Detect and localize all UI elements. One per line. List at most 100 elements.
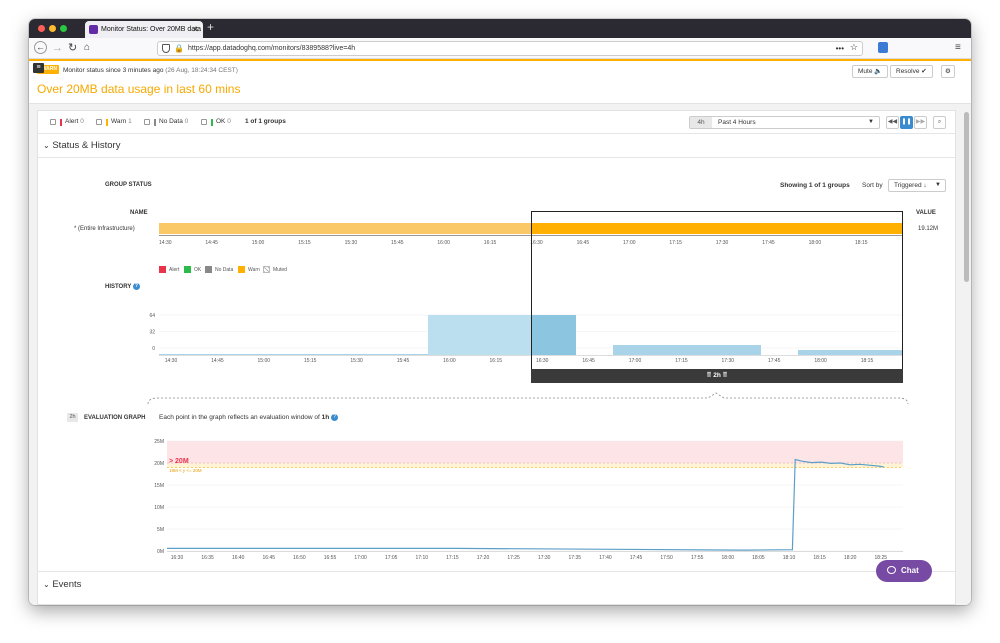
- history-x-tick: 15:00: [258, 358, 271, 364]
- back-icon[interactable]: ←: [34, 41, 47, 54]
- new-tab-icon[interactable]: +: [207, 20, 214, 34]
- history-x-tick: 14:30: [165, 358, 178, 364]
- tab-title: Monitor Status: Over 20MB data: [101, 26, 201, 33]
- eval-desc-prefix: Each point in the graph reflects an eval…: [159, 414, 320, 422]
- resolve-button[interactable]: Resolve ✔: [890, 65, 933, 78]
- legend-label: No Data: [215, 267, 234, 273]
- eval-x-tick: 16:35: [201, 555, 214, 561]
- maximize-window-icon[interactable]: [60, 25, 67, 32]
- warn-color-icon: [106, 119, 108, 126]
- eval-x-tick: 17:30: [538, 555, 551, 561]
- divider: [38, 157, 955, 158]
- timeline-tick-label: 15:00: [251, 240, 265, 246]
- help-icon[interactable]: ?: [132, 283, 140, 290]
- warn-checkbox[interactable]: [96, 119, 102, 125]
- eval-x-tick: 16:40: [232, 555, 245, 561]
- ok-checkbox[interactable]: [201, 119, 207, 125]
- eval-x-tick: 18:15: [813, 555, 826, 561]
- nodata-filter[interactable]: No Data 0: [159, 118, 188, 125]
- bookmark-star-icon[interactable]: ☆: [850, 41, 858, 54]
- groups-count: 1 of 1 groups: [245, 118, 286, 125]
- events-header[interactable]: ⌄ Events: [43, 579, 81, 590]
- filter-row: Alert 0 Warn 1 No Data 0 OK 0 1 of 1 gro…: [38, 111, 955, 134]
- legend-swatch: [205, 266, 212, 273]
- minimize-window-icon[interactable]: [49, 25, 56, 32]
- reload-icon[interactable]: ↻: [68, 41, 77, 55]
- mute-button[interactable]: Mute 🔈: [852, 65, 889, 78]
- eval-y-tick: 15M: [154, 483, 164, 489]
- checkmark-icon: ✔: [921, 68, 927, 75]
- menu-icon[interactable]: ≡: [33, 63, 44, 73]
- browser-window: Monitor Status: Over 20MB data ✕ + ← → ↻…: [29, 19, 971, 605]
- history-y-tick: 0: [152, 346, 155, 352]
- more-icon[interactable]: •••: [836, 42, 844, 55]
- close-tab-icon[interactable]: ✕: [192, 21, 199, 38]
- legend-label: Muted: [273, 267, 287, 273]
- shield-icon: [162, 44, 170, 53]
- warn-filter[interactable]: Warn 1: [111, 118, 132, 125]
- pause-icon[interactable]: ❚❚: [900, 116, 913, 129]
- rewind-icon[interactable]: ◀◀: [886, 116, 899, 129]
- legend-label: Alert: [169, 267, 180, 273]
- eval-x-tick: 17:20: [477, 555, 490, 561]
- status-color-bar: [29, 59, 971, 61]
- group-name[interactable]: * (Entire Infrastructure): [74, 226, 135, 232]
- time-range-select[interactable]: 4h Past 4 Hours ▼: [689, 116, 880, 129]
- timeline-tick-label: 14:45: [205, 240, 218, 246]
- close-window-icon[interactable]: [38, 25, 45, 32]
- time-range-value: Past 4 Hours: [718, 119, 756, 126]
- fast-forward-icon[interactable]: ▶▶: [914, 116, 927, 129]
- eval-x-tick: 18:10: [783, 555, 796, 561]
- status-history-header[interactable]: ⌄ Status & History: [43, 140, 120, 151]
- page-content: Alert 0 Warn 1 No Data 0 OK 0 1 of 1 gro…: [29, 104, 971, 605]
- address-bar[interactable]: 🔒 https://app.datadoghq.com/monitors/838…: [157, 41, 863, 56]
- nodata-color-icon: [154, 119, 156, 126]
- legend-swatch: [184, 266, 191, 273]
- eval-y-tick: 10M: [154, 505, 164, 511]
- history-label-text: HISTORY: [105, 284, 132, 291]
- status-since: Monitor status since 3 minutes ago (26 A…: [63, 67, 238, 74]
- eval-badge: 2h: [67, 413, 78, 422]
- ok-count: 0: [227, 118, 231, 125]
- nodata-checkbox[interactable]: [144, 119, 150, 125]
- browser-menu-icon[interactable]: ≡: [955, 41, 961, 55]
- eval-x-tick: 16:30: [171, 555, 184, 561]
- status-history-title: Status & History: [52, 140, 121, 151]
- history-x-tick: 15:15: [304, 358, 317, 364]
- extension-icon[interactable]: [878, 42, 888, 53]
- url-text: https://app.datadoghq.com/monitors/83895…: [188, 45, 356, 52]
- help-icon[interactable]: ?: [331, 414, 339, 421]
- ok-filter[interactable]: OK 0: [216, 118, 231, 125]
- eval-x-tick: 17:50: [660, 555, 673, 561]
- chat-label: Chat: [901, 566, 919, 575]
- status-time: (26 Aug, 18:24:34 CEST): [165, 67, 238, 74]
- legend-swatch: [238, 266, 245, 273]
- selection-handle[interactable]: ⠿ 2h ⠿: [531, 369, 903, 383]
- home-icon[interactable]: ⌂: [84, 41, 90, 55]
- timeline-tick-label: 14:30: [159, 240, 172, 246]
- browser-tab[interactable]: Monitor Status: Over 20MB data ✕: [85, 21, 203, 38]
- forward-icon[interactable]: →: [52, 41, 63, 55]
- showing-text: Showing 1 of 1 groups: [780, 182, 850, 189]
- sort-select[interactable]: Triggered ↓ ▼: [888, 179, 946, 192]
- alert-checkbox[interactable]: [50, 119, 56, 125]
- history-y-tick: 64: [149, 313, 155, 319]
- eval-x-tick: 17:00: [354, 555, 367, 561]
- alert-filter[interactable]: Alert 0: [65, 118, 84, 125]
- eval-x-tick: 16:50: [293, 555, 306, 561]
- selection-box[interactable]: [531, 211, 903, 383]
- legend-label: Warn: [248, 267, 260, 273]
- eval-y-tick: 0M: [157, 549, 164, 555]
- warn-count: 1: [128, 118, 132, 125]
- eval-bracket: [147, 392, 909, 405]
- settings-button[interactable]: ⚙: [941, 65, 955, 78]
- eval-x-tick: 17:15: [446, 555, 459, 561]
- chat-button[interactable]: Chat: [876, 560, 932, 582]
- search-icon[interactable]: ⌕: [933, 116, 946, 129]
- time-badge: 4h: [690, 117, 712, 128]
- speaker-mute-icon: 🔈: [874, 68, 883, 75]
- eval-y-tick: 5M: [157, 527, 164, 533]
- scrollbar[interactable]: [964, 112, 969, 282]
- lock-icon: 🔒: [174, 44, 184, 53]
- gear-icon: ⚙: [945, 68, 951, 75]
